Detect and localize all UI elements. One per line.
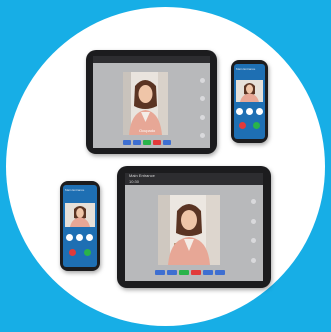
tablet-bottom-side-icon[interactable]: [251, 218, 256, 224]
phone-top-answer-button[interactable]: [253, 122, 260, 129]
tablet-bottom-button[interactable]: [167, 270, 177, 275]
tablet-bottom-screen: Main Entrance 10:30: [125, 173, 263, 281]
phone-top-screen: Main Entrance: [234, 64, 265, 139]
tablet-top-hangup-button[interactable]: [153, 140, 161, 145]
tablet-top-button[interactable]: [123, 140, 131, 145]
phone-bottom-hangup-button[interactable]: [69, 249, 76, 256]
tablet-top-button[interactable]: [163, 140, 171, 145]
tablet-top-screen: Ocupado: [93, 56, 210, 148]
phone-top-control[interactable]: [246, 108, 253, 115]
tablet-bottom-header: Main Entrance 10:30: [125, 173, 263, 185]
tablet-top-side-icon[interactable]: [200, 132, 205, 138]
phone-bottom-control[interactable]: [76, 234, 83, 241]
tablet-top-call-buttons: [123, 140, 171, 145]
tablet-bottom: Main Entrance 10:30: [117, 166, 271, 288]
phone-bottom-control[interactable]: [86, 234, 93, 241]
phone-top-control[interactable]: [256, 108, 263, 115]
tablet-bottom-call-buttons: [155, 270, 225, 275]
phone-bottom-control[interactable]: [66, 234, 73, 241]
tablet-bottom-button[interactable]: [203, 270, 213, 275]
tablet-top-status-bar: [93, 56, 210, 63]
phone-top-title: Main Entrance: [236, 67, 256, 71]
tablet-bottom-hangup-button[interactable]: [191, 270, 201, 275]
phone-top-right: Main Entrance: [231, 60, 268, 143]
phone-top-hangup-button[interactable]: [239, 122, 246, 129]
tablet-bottom-side-icon[interactable]: [251, 238, 256, 244]
tablet-bottom-button[interactable]: [155, 270, 165, 275]
phone-bottom-answer-button[interactable]: [84, 249, 91, 256]
tablet-top-video-feed: [123, 72, 168, 135]
phone-top-video-feed: [236, 80, 263, 102]
tablet-bottom-time-text: 10:30: [129, 179, 140, 184]
tablet-bottom-side-controls: [251, 199, 256, 263]
tablet-top-button[interactable]: [133, 140, 141, 145]
tablet-top: Ocupado: [86, 50, 217, 154]
tablet-top-side-icon[interactable]: [200, 78, 205, 83]
phone-bottom-title: Main Entrance: [65, 188, 85, 192]
tablet-bottom-side-icon[interactable]: [251, 257, 256, 263]
phone-bottom-left: Main Entrance: [60, 181, 100, 271]
phone-bottom-screen: Main Entrance: [63, 185, 97, 267]
phone-bottom-video-feed: [65, 203, 95, 227]
tablet-bottom-side-icon[interactable]: [251, 199, 256, 204]
tablet-bottom-answer-button[interactable]: [179, 270, 189, 275]
tablet-top-video-overlay-text: Ocupado: [139, 128, 156, 133]
tablet-top-side-icon[interactable]: [200, 114, 205, 120]
tablet-bottom-video-feed: [158, 195, 220, 265]
tablet-top-side-controls: [200, 78, 205, 138]
tablet-top-side-icon[interactable]: [200, 96, 205, 102]
phone-top-control[interactable]: [236, 108, 243, 115]
tablet-top-answer-button[interactable]: [143, 140, 151, 145]
tablet-bottom-button[interactable]: [215, 270, 225, 275]
